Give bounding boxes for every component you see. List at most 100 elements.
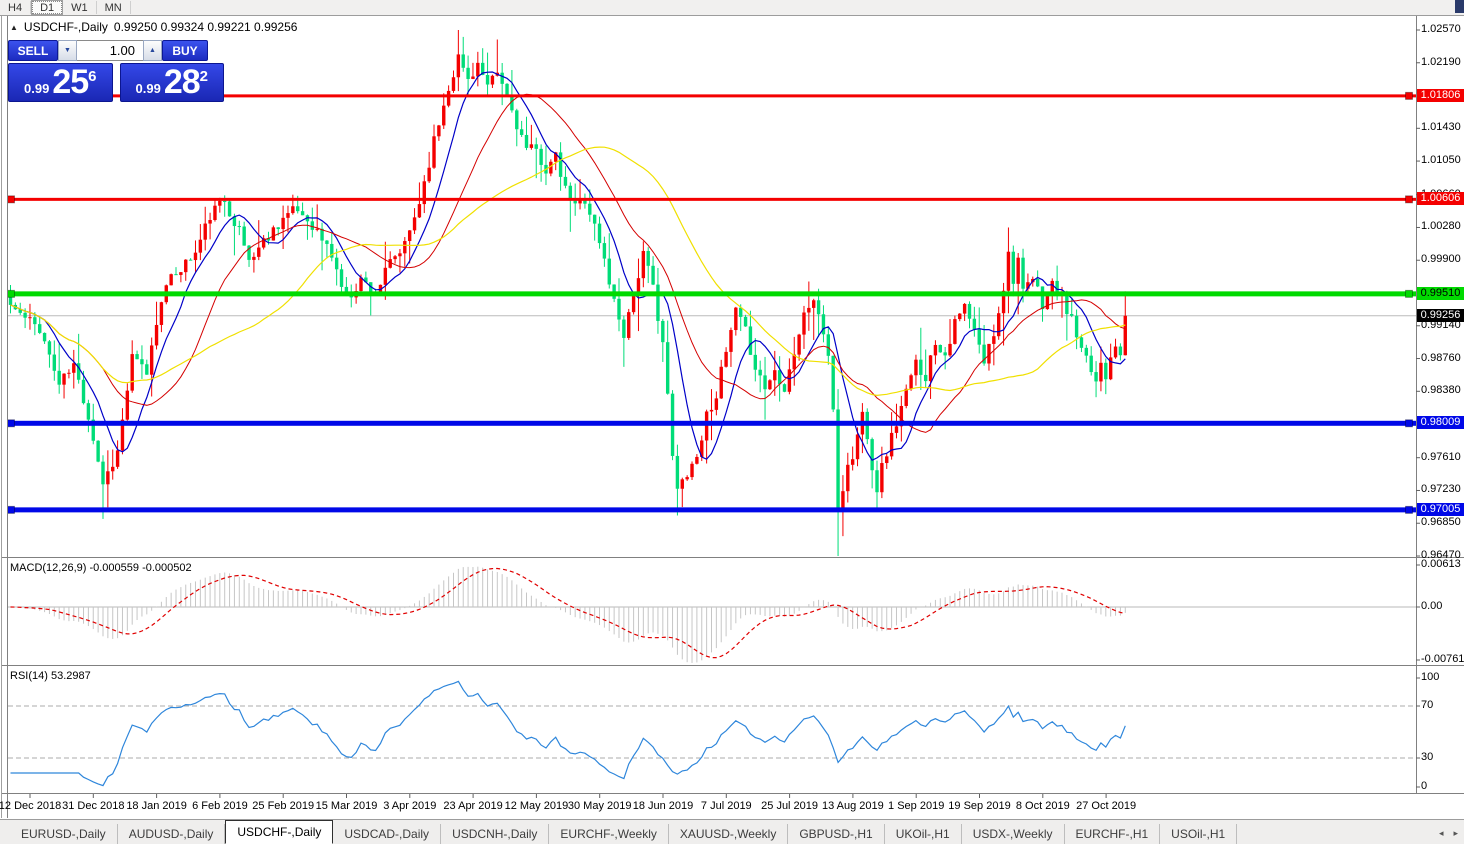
rsi-axis-label: 70 — [1421, 699, 1433, 711]
rsi-indicator-label: RSI(14) 53.2987 — [10, 670, 91, 682]
line-handle[interactable] — [8, 420, 15, 427]
price-axis-label: 1.02190 — [1421, 56, 1461, 68]
buy-price-base: 0.99 — [136, 81, 161, 96]
tab-usoil-h1[interactable]: USOil-,H1 — [1160, 824, 1237, 844]
line-handle[interactable] — [1406, 196, 1413, 203]
collapse-triangle-icon[interactable]: ▲ — [10, 23, 18, 32]
price-axis-label: 1.00280 — [1421, 220, 1461, 232]
horizontal-line-0.97005[interactable] — [8, 507, 1416, 512]
sell-price-big: 25 — [52, 67, 88, 98]
horizontal-lines-layer[interactable] — [8, 92, 1417, 513]
date-axis-label: 30 May 2019 — [568, 800, 632, 812]
rsi-layer — [8, 681, 1416, 785]
tab-usdx-weekly[interactable]: USDX-,Weekly — [962, 824, 1065, 844]
price-axis-label: 1.02570 — [1421, 23, 1461, 35]
line-handle[interactable] — [8, 196, 15, 203]
date-axis-label: 19 Sep 2019 — [948, 800, 1010, 812]
price-axis-label: 0.97610 — [1421, 451, 1461, 463]
chart-title: ▲ USDCHF-,Daily 0.99250 0.99324 0.99221 … — [10, 20, 297, 34]
buy-price-pip: 2 — [200, 68, 208, 85]
date-axis-label: 18 Jan 2019 — [126, 800, 187, 812]
rsi-axis-label: 100 — [1421, 671, 1439, 683]
line-price-label: 0.99510 — [1417, 287, 1464, 300]
buy-price-big: 28 — [164, 67, 200, 98]
current-price-label: 0.99256 — [1417, 309, 1464, 322]
moving-average-8 — [11, 72, 1126, 460]
tab-scroll-right-icon[interactable]: ▸ — [1453, 828, 1458, 839]
tab-xauusd-weekly[interactable]: XAUUSD-,Weekly — [669, 824, 788, 844]
price-axis-label: 0.98380 — [1421, 384, 1461, 396]
line-price-label: 0.97005 — [1417, 503, 1464, 516]
pane-frame-layer — [0, 16, 1464, 819]
tab-scroll-left-icon[interactable]: ◂ — [1439, 828, 1444, 839]
rsi-axis-label: 30 — [1421, 751, 1433, 763]
line-handle[interactable] — [8, 290, 15, 297]
price-axis-label: 0.96850 — [1421, 516, 1461, 528]
volume-decrease-button[interactable]: ▼ — [58, 40, 77, 61]
macd-indicator-label: MACD(12,26,9) -0.000559 -0.000502 — [10, 562, 192, 574]
macd-axis-label: 0.00613 — [1421, 558, 1461, 570]
price-axis-label: 1.01050 — [1421, 154, 1461, 166]
tab-scroll-controls: ◂ ▸ — [1439, 828, 1458, 839]
line-handle[interactable] — [1406, 92, 1413, 99]
horizontal-line-1.00606[interactable] — [8, 198, 1416, 201]
date-axis-label: 23 Apr 2019 — [443, 800, 502, 812]
line-price-label: 0.98009 — [1417, 416, 1464, 429]
date-axis-label: 8 Oct 2019 — [1016, 800, 1070, 812]
line-handle[interactable] — [1406, 290, 1413, 297]
sell-button[interactable]: SELL — [8, 40, 58, 61]
buy-button[interactable]: BUY — [162, 40, 208, 61]
line-handle[interactable] — [8, 506, 15, 513]
price-axis-label: 0.99900 — [1421, 253, 1461, 265]
date-axis-label: 27 Oct 2019 — [1076, 800, 1136, 812]
moving-average-20 — [11, 94, 1126, 432]
date-axis-label: 13 Aug 2019 — [822, 800, 884, 812]
line-price-label: 1.00606 — [1417, 192, 1464, 205]
tab-usdcnh-daily[interactable]: USDCNH-,Daily — [441, 824, 549, 844]
price-axis-label: 0.98760 — [1421, 352, 1461, 364]
moving-average-42 — [11, 147, 1126, 395]
volume-increase-button[interactable]: ▲ — [143, 40, 162, 61]
tab-ukoil-h1[interactable]: UKOil-,H1 — [885, 824, 962, 844]
date-axis-label: 1 Sep 2019 — [888, 800, 944, 812]
chart-tabs: EURUSD-,DailyAUDUSD-,DailyUSDCHF-,DailyU… — [0, 820, 1237, 844]
date-axis-label: 15 Mar 2019 — [316, 800, 378, 812]
tab-audusd-daily[interactable]: AUDUSD-,Daily — [118, 824, 226, 844]
date-axis-label: 3 Apr 2019 — [383, 800, 436, 812]
buy-price-display[interactable]: 0.99 28 2 — [120, 63, 225, 102]
line-handle[interactable] — [1406, 420, 1413, 427]
price-axis-label: 0.97230 — [1421, 483, 1461, 495]
date-axis-label: 25 Feb 2019 — [252, 800, 314, 812]
horizontal-line-0.99510[interactable] — [8, 291, 1416, 296]
macd-axis-label: -0.007612 — [1421, 653, 1464, 665]
volume-input[interactable] — [77, 41, 143, 60]
macd-axis-label: 0.00 — [1421, 600, 1442, 612]
price-axis-label: 1.01430 — [1421, 121, 1461, 133]
date-axis-label: 12 May 2019 — [505, 800, 569, 812]
macd-layer — [8, 567, 1416, 663]
volume-box — [77, 40, 143, 61]
tab-eurusd-daily[interactable]: EURUSD-,Daily — [10, 824, 118, 844]
horizontal-line-0.98009[interactable] — [8, 421, 1416, 426]
line-handle[interactable] — [1406, 506, 1413, 513]
rsi-axis-label: 0 — [1421, 780, 1427, 792]
spin-up-icon: ▲ — [149, 47, 156, 54]
tab-eurchf-h1[interactable]: EURCHF-,H1 — [1065, 824, 1161, 844]
tab-usdcad-daily[interactable]: USDCAD-,Daily — [333, 824, 441, 844]
date-axis-label: 7 Jul 2019 — [701, 800, 752, 812]
tab-gbpusd-h1[interactable]: GBPUSD-,H1 — [788, 824, 884, 844]
line-price-label: 1.01806 — [1417, 89, 1464, 102]
sell-price-pip: 6 — [88, 68, 96, 85]
chart-ohlc-values: 0.99250 0.99324 0.99221 0.99256 — [114, 20, 298, 34]
tab-usdchf-daily[interactable]: USDCHF-,Daily — [225, 820, 333, 844]
date-axis-label: 6 Feb 2019 — [192, 800, 248, 812]
date-axis-label: 31 Dec 2018 — [62, 800, 124, 812]
date-axis-label: 12 Dec 2018 — [0, 800, 61, 812]
chart-canvas[interactable] — [0, 0, 1464, 844]
chart-symbol-label: USDCHF-,Daily — [24, 20, 108, 34]
spin-down-icon: ▼ — [64, 47, 71, 54]
sell-price-display[interactable]: 0.99 25 6 — [8, 63, 113, 102]
moving-averages-layer — [11, 72, 1126, 460]
tab-eurchf-weekly[interactable]: EURCHF-,Weekly — [549, 824, 668, 844]
chart-window[interactable]: ▲ USDCHF-,Daily 0.99250 0.99324 0.99221 … — [0, 16, 1464, 819]
